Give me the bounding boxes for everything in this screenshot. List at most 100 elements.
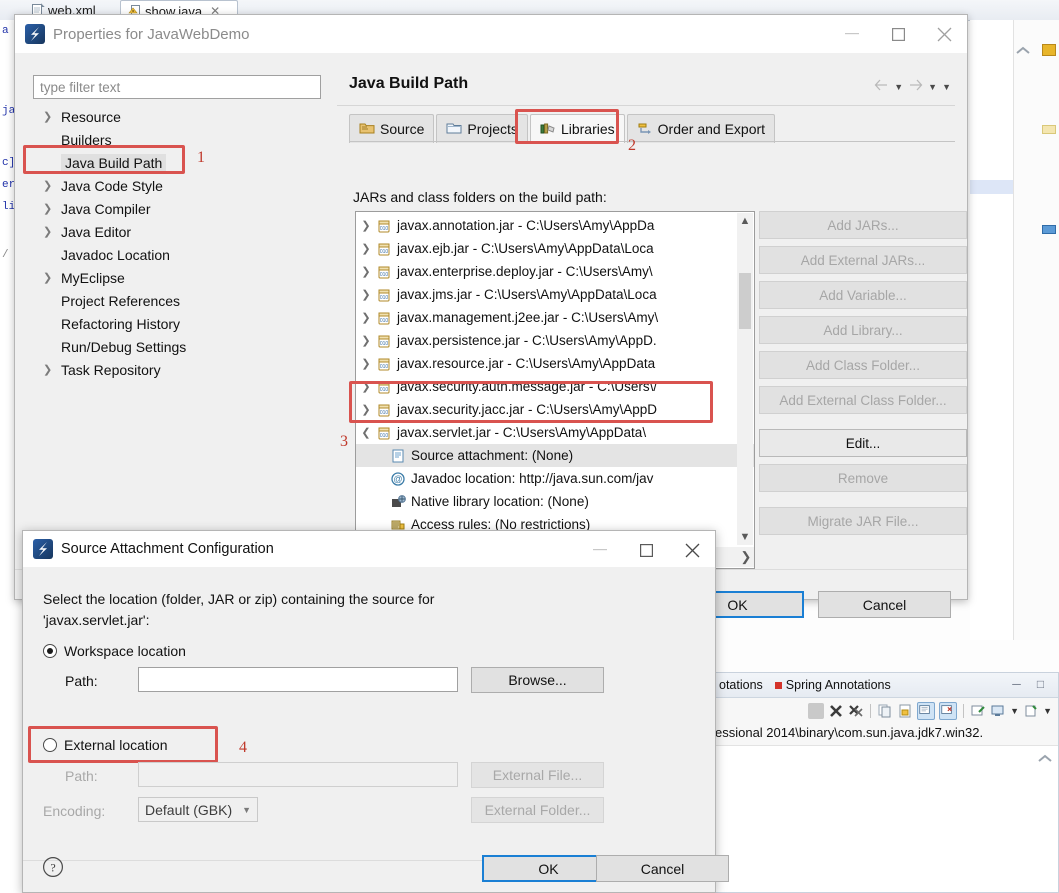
new-console-icon[interactable] bbox=[970, 703, 986, 719]
sidebar-item-project-references[interactable]: Project References bbox=[33, 289, 333, 312]
scrollbar-thumb[interactable] bbox=[739, 273, 751, 329]
source-attachment-row[interactable]: Source attachment: (None) bbox=[356, 444, 754, 467]
minimize-icon[interactable] bbox=[829, 15, 875, 53]
sidebar-item-java-compiler[interactable]: ❯ Java Compiler bbox=[33, 197, 333, 220]
filter-input[interactable]: type filter text bbox=[33, 75, 321, 99]
copy-icon[interactable] bbox=[877, 703, 893, 719]
list-vertical-scrollbar[interactable]: ▲ ▼ bbox=[737, 213, 753, 545]
open-console-icon[interactable] bbox=[1023, 703, 1039, 719]
chevron-right-icon[interactable]: ❯ bbox=[43, 363, 61, 376]
chevron-right-icon[interactable]: ❯ bbox=[43, 110, 61, 123]
tab-order-and-export[interactable]: Order and Export bbox=[626, 114, 776, 143]
list-item[interactable]: ❯ 010 javax.persistence.jar - C:\Users\A… bbox=[356, 329, 754, 352]
add-external-jars-button[interactable]: Add External JARs... bbox=[759, 246, 967, 274]
build-path-list[interactable]: ❯ 010 javax.annotation.jar - C:\Users\Am… bbox=[355, 211, 755, 569]
scroll-right-icon[interactable]: ❯ bbox=[737, 549, 754, 565]
chevron-right-icon[interactable]: ❯ bbox=[356, 380, 376, 393]
chevron-right-icon[interactable]: ❯ bbox=[43, 179, 61, 192]
javadoc-location-row[interactable]: @ Javadoc location: http://java.sun.com/… bbox=[356, 467, 754, 490]
sidebar-item-java-build-path[interactable]: Java Build Path bbox=[33, 151, 333, 174]
chevron-down-icon[interactable]: ▼ bbox=[928, 82, 937, 92]
sidebar-item-java-editor[interactable]: ❯ Java Editor bbox=[33, 220, 333, 243]
maximize-icon[interactable] bbox=[875, 15, 921, 53]
tab-projects[interactable]: Projects bbox=[436, 114, 528, 143]
lock-icon[interactable] bbox=[897, 703, 913, 719]
chevron-right-icon[interactable]: ❯ bbox=[356, 334, 376, 347]
scroll-down-icon[interactable]: ▼ bbox=[737, 529, 753, 545]
external-file-button[interactable]: External File... bbox=[471, 762, 604, 788]
chevron-down-icon[interactable]: ▼ bbox=[1010, 706, 1019, 716]
list-item[interactable]: ❯ 010 javax.management.j2ee.jar - C:\Use… bbox=[356, 306, 754, 329]
source-attachment-cancel-button[interactable]: Cancel bbox=[596, 855, 729, 882]
add-jars-button[interactable]: Add JARs... bbox=[759, 211, 967, 239]
back-icon[interactable] bbox=[874, 79, 889, 94]
chevron-right-icon[interactable]: ❯ bbox=[356, 403, 376, 416]
external-path-input[interactable] bbox=[138, 762, 458, 787]
add-library-button[interactable]: Add Library... bbox=[759, 316, 967, 344]
menu-chevron-down-icon[interactable]: ▼ bbox=[942, 82, 951, 92]
chevron-right-icon[interactable]: ❯ bbox=[356, 219, 376, 232]
tab-libraries[interactable]: Libraries bbox=[529, 114, 625, 143]
workspace-path-input[interactable] bbox=[138, 667, 458, 692]
list-item[interactable]: ❯ 010 javax.enterprise.deploy.jar - C:\U… bbox=[356, 260, 754, 283]
migrate-jar-file-button[interactable]: Migrate JAR File... bbox=[759, 507, 967, 535]
bottom-view-tab-spring-annotations[interactable]: Spring Annotations bbox=[769, 678, 897, 692]
list-item-servlet-jar[interactable]: ❮ 010 javax.servlet.jar - C:\Users\Amy\A… bbox=[356, 421, 754, 444]
edit-button[interactable]: Edit... bbox=[759, 429, 967, 457]
radio-icon[interactable] bbox=[43, 738, 57, 752]
native-library-row[interactable]: Native library location: (None) bbox=[356, 490, 754, 513]
forward-icon[interactable] bbox=[908, 79, 923, 94]
list-item[interactable]: ❯ 010 javax.resource.jar - C:\Users\Amy\… bbox=[356, 352, 754, 375]
add-class-folder-button[interactable]: Add Class Folder... bbox=[759, 351, 967, 379]
chevron-right-icon[interactable]: ❯ bbox=[356, 311, 376, 324]
radio-icon[interactable] bbox=[43, 644, 57, 658]
list-item[interactable]: ❯ 010 javax.ejb.jar - C:\Users\Amy\AppDa… bbox=[356, 237, 754, 260]
help-question-icon[interactable]: ? bbox=[42, 856, 64, 878]
external-folder-button[interactable]: External Folder... bbox=[471, 797, 604, 823]
maximize-icon[interactable]: □ bbox=[1033, 677, 1048, 691]
list-item[interactable]: ❯ 010 javax.security.jacc.jar - C:\Users… bbox=[356, 398, 754, 421]
chevron-right-icon[interactable]: ❯ bbox=[43, 271, 61, 284]
console-open-icon[interactable] bbox=[917, 702, 936, 720]
workspace-location-radio[interactable]: Workspace location bbox=[43, 643, 186, 659]
console-output-area[interactable] bbox=[713, 745, 1058, 892]
browse-button[interactable]: Browse... bbox=[471, 667, 604, 693]
stop-icon[interactable] bbox=[808, 703, 825, 719]
editor-overview-ruler[interactable] bbox=[1013, 20, 1059, 640]
minimize-icon[interactable]: ─ bbox=[1009, 677, 1024, 691]
encoding-select[interactable]: Default (GBK) ▼ bbox=[138, 797, 258, 822]
sidebar-item-javadoc-location[interactable]: Javadoc Location bbox=[33, 243, 333, 266]
chevron-down-icon[interactable]: ❮ bbox=[356, 426, 376, 439]
chevron-right-icon[interactable]: ❯ bbox=[43, 225, 61, 238]
minimize-icon[interactable] bbox=[577, 531, 623, 569]
maximize-icon[interactable] bbox=[623, 531, 669, 569]
chevron-right-icon[interactable]: ❯ bbox=[43, 202, 61, 215]
sidebar-item-run-debug-settings[interactable]: Run/Debug Settings bbox=[33, 335, 333, 358]
tab-source[interactable]: Source bbox=[349, 114, 435, 143]
external-location-radio[interactable]: External location bbox=[43, 737, 168, 753]
chevron-right-icon[interactable]: ❯ bbox=[356, 288, 376, 301]
scroll-up-icon[interactable]: ▲ bbox=[737, 213, 753, 229]
display-selected-console-icon[interactable] bbox=[990, 703, 1006, 719]
remove-icon[interactable] bbox=[828, 703, 844, 719]
scroll-up-icon[interactable] bbox=[1038, 752, 1052, 766]
chevron-down-icon[interactable]: ▼ bbox=[242, 805, 251, 815]
sidebar-item-resource[interactable]: ❯ Resource bbox=[33, 105, 333, 128]
sidebar-item-task-repository[interactable]: ❯ Task Repository bbox=[33, 358, 333, 381]
console-close-icon[interactable] bbox=[939, 702, 958, 720]
sidebar-item-java-code-style[interactable]: ❯ Java Code Style bbox=[33, 174, 333, 197]
close-icon[interactable] bbox=[921, 15, 967, 53]
cancel-button[interactable]: Cancel bbox=[818, 591, 951, 618]
remove-button[interactable]: Remove bbox=[759, 464, 967, 492]
add-external-class-folder-button[interactable]: Add External Class Folder... bbox=[759, 386, 967, 414]
list-item[interactable]: ❯ 010 javax.annotation.jar - C:\Users\Am… bbox=[356, 214, 754, 237]
chevron-right-icon[interactable]: ❯ bbox=[356, 242, 376, 255]
close-icon[interactable] bbox=[669, 531, 715, 569]
list-item[interactable]: ❯ 010 javax.security.auth.message.jar - … bbox=[356, 375, 754, 398]
chevron-down-icon[interactable]: ▼ bbox=[1043, 706, 1052, 716]
list-item[interactable]: ❯ 010 javax.jms.jar - C:\Users\Amy\AppDa… bbox=[356, 283, 754, 306]
chevron-right-icon[interactable]: ❯ bbox=[356, 265, 376, 278]
chevron-down-icon[interactable]: ▼ bbox=[894, 82, 903, 92]
remove-all-icon[interactable] bbox=[848, 703, 864, 719]
add-variable-button[interactable]: Add Variable... bbox=[759, 281, 967, 309]
